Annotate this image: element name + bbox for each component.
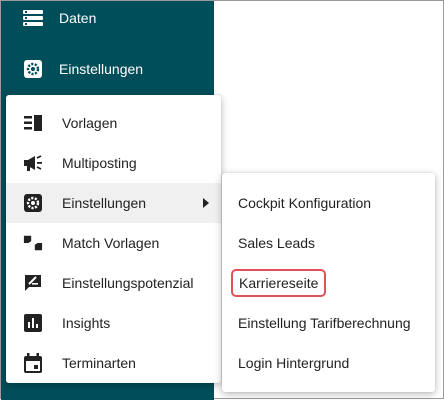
menu-item-label: Multiposting (62, 155, 137, 171)
menu-item-label: Terminarten (62, 355, 136, 371)
menu-item-label: Insights (62, 315, 111, 331)
sidebar-item-label: Daten (59, 10, 97, 26)
calendar-icon (23, 353, 43, 373)
edit-icon (23, 273, 43, 293)
bar-chart-icon (23, 313, 43, 333)
submenu-item-sales-leads[interactable]: Sales Leads (222, 223, 435, 263)
menu-item-label: Vorlagen (62, 115, 118, 131)
submenu-item-label: Login Hintergrund (238, 355, 350, 371)
submenu-item-label: Einstellung Tarifberechnung (238, 315, 411, 331)
submenu-item-cockpit-konfiguration[interactable]: Cockpit Konfiguration (222, 183, 435, 223)
menu-item-multiposting[interactable]: Multiposting (6, 143, 221, 183)
menu-item-label: Einstellungspotenzial (62, 275, 194, 291)
menu-item-einstellungspotenzial[interactable]: Einstellungspotenzial (6, 263, 221, 303)
menu-item-label: Match Vorlagen (62, 235, 160, 251)
submenu: Cockpit Konfiguration Sales Leads Karrie… (222, 173, 435, 392)
sidebar-item-einstellungen[interactable]: Einstellungen (1, 49, 214, 89)
submenu-item-label: Cockpit Konfiguration (238, 195, 372, 211)
chevron-right-icon (203, 198, 209, 208)
gear-icon (23, 193, 43, 213)
megaphone-icon (23, 153, 43, 173)
list-icon (23, 8, 43, 28)
menu-item-terminarten[interactable]: Terminarten (6, 343, 221, 383)
gear-icon (23, 59, 43, 79)
template-icon (23, 113, 43, 133)
menu-item-einstellungen[interactable]: Einstellungen (6, 183, 221, 223)
menu-item-vorlagen[interactable]: Vorlagen (6, 103, 221, 143)
submenu-item-karriereseite[interactable]: Karriereseite (222, 263, 435, 303)
submenu-item-label: Karriereseite (231, 269, 327, 297)
menu-item-label: Einstellungen (62, 195, 147, 211)
menu-item-match-vorlagen[interactable]: Match Vorlagen (6, 223, 221, 263)
context-menu: Vorlagen Multiposting Einstellungen Matc… (6, 95, 221, 383)
sidebar-item-label: Einstellungen (59, 61, 144, 77)
submenu-item-label: Sales Leads (238, 235, 316, 251)
menu-item-insights[interactable]: Insights (6, 303, 221, 343)
submenu-item-login-hintergrund[interactable]: Login Hintergrund (222, 343, 435, 383)
submenu-item-einstellung-tarifberechnung[interactable]: Einstellung Tarifberechnung (222, 303, 435, 343)
sidebar-item-daten[interactable]: Daten (1, 0, 214, 38)
thumbs-icon (23, 233, 43, 253)
